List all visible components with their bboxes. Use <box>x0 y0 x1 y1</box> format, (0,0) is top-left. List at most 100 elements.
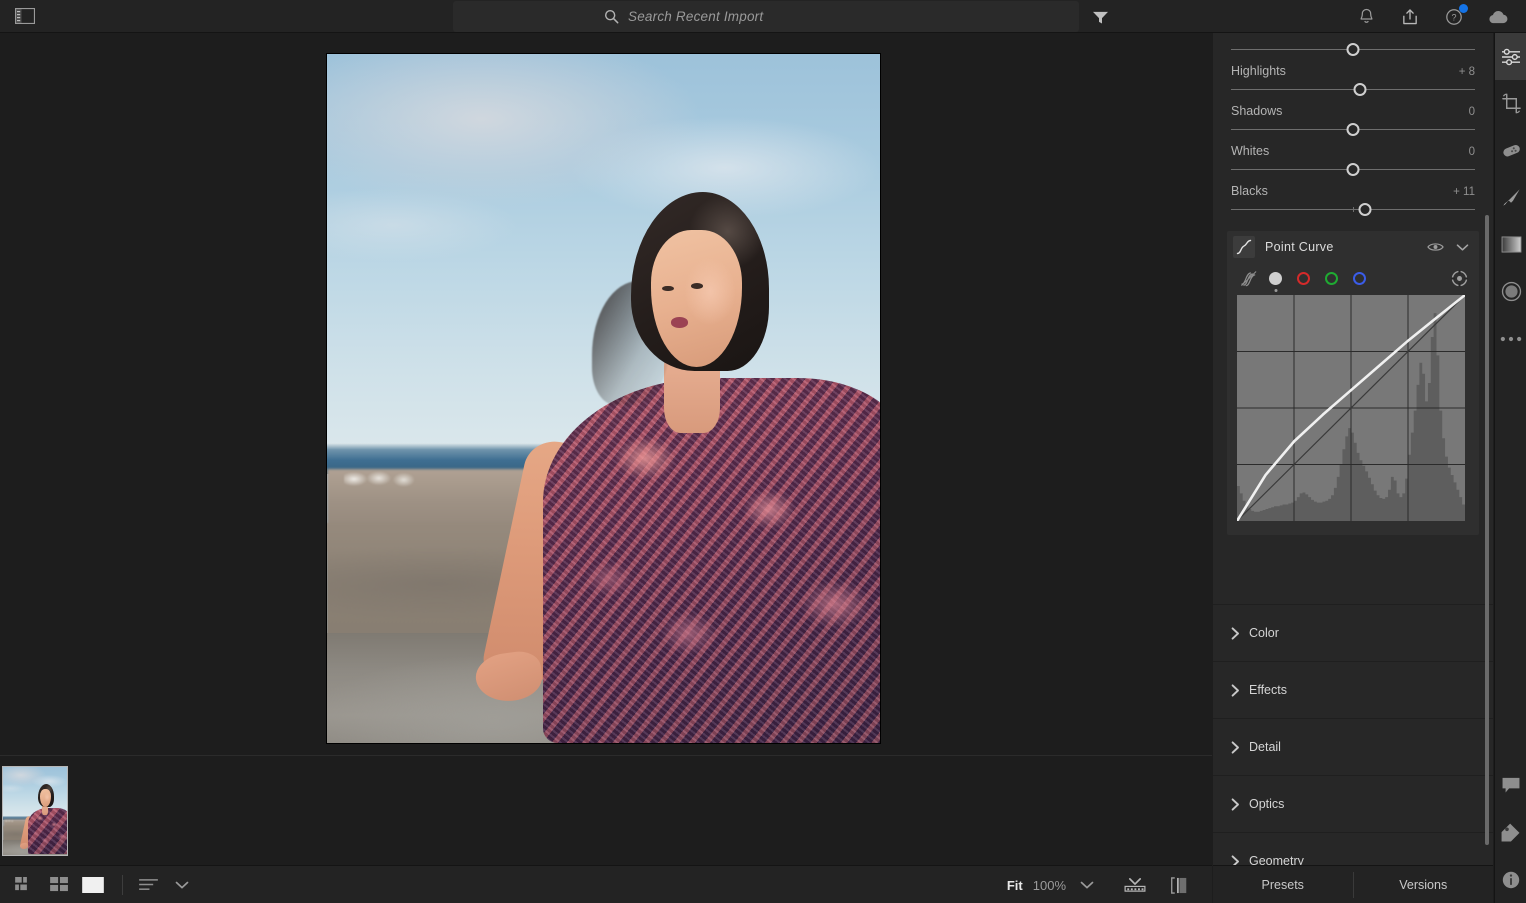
info-icon[interactable] <box>1495 856 1526 903</box>
targeted-adjustment-icon[interactable] <box>1450 269 1469 288</box>
grid-view-icon[interactable] <box>10 871 40 899</box>
thumb-dress <box>28 808 68 855</box>
photo-lips <box>671 317 688 327</box>
slider-center-tick <box>1353 207 1354 212</box>
photo-eye-left <box>662 286 674 292</box>
linear-gradient-icon[interactable] <box>1495 221 1526 268</box>
versions-button[interactable]: Versions <box>1354 878 1494 892</box>
section-geometry[interactable]: Geometry <box>1213 832 1493 865</box>
curve-plot[interactable] <box>1237 295 1465 521</box>
filmstrip[interactable] <box>0 755 1212 865</box>
section-label-optics: Optics <box>1249 797 1284 811</box>
keyword-tag-icon[interactable] <box>1495 809 1526 856</box>
slider-knob-partial[interactable] <box>1347 43 1360 56</box>
slider-row-shadows: Shadows 0 <box>1213 97 1493 137</box>
filter-funnel-icon[interactable] <box>1086 4 1114 30</box>
search-input[interactable] <box>628 9 928 24</box>
slider-knob-shadows[interactable] <box>1347 123 1360 136</box>
photo-white-rocks <box>344 471 427 488</box>
curve-channel-red[interactable] <box>1297 272 1310 285</box>
section-label-effects: Effects <box>1249 683 1287 697</box>
brush-icon[interactable] <box>1495 174 1526 221</box>
search-inner <box>604 9 928 24</box>
section-effects[interactable]: Effects <box>1213 661 1493 718</box>
slider-knob-blacks[interactable] <box>1359 203 1372 216</box>
topbar-actions: ? <box>1354 0 1518 33</box>
slider-knob-highlights[interactable] <box>1354 83 1367 96</box>
radial-gradient-icon[interactable] <box>1495 268 1526 315</box>
curve-icon[interactable] <box>1233 236 1255 258</box>
slider-track-partial[interactable] <box>1231 41 1475 57</box>
filmstrip-toggle-icon[interactable] <box>1120 871 1150 899</box>
healing-brush-icon[interactable] <box>1495 127 1526 174</box>
slider-track-blacks[interactable] <box>1231 201 1475 217</box>
share-icon[interactable] <box>1398 5 1422 29</box>
chevron-right-icon <box>1231 627 1249 640</box>
curve-channel-blue[interactable] <box>1353 272 1366 285</box>
zoom-percent-value[interactable]: 100% <box>1033 878 1066 893</box>
section-color[interactable]: Color <box>1213 604 1493 661</box>
zoom-fit-button[interactable]: Fit <box>1007 878 1023 893</box>
chevron-right-icon <box>1231 798 1249 811</box>
tool-rail-bottom <box>1495 762 1526 903</box>
curve-channel-rgb[interactable] <box>1269 272 1282 285</box>
edit-sliders-icon[interactable] <box>1495 33 1526 80</box>
presets-versions-bar: Presets Versions <box>1213 865 1493 903</box>
filmstrip-thumbnail[interactable] <box>2 766 68 856</box>
sort-chevron-down-icon[interactable] <box>167 871 197 899</box>
point-curve-header[interactable]: Point Curve <box>1227 231 1479 263</box>
chevron-right-icon <box>1231 684 1249 697</box>
sort-lines-icon[interactable] <box>133 871 163 899</box>
slider-head-whites: Whites 0 <box>1231 137 1475 161</box>
crop-icon[interactable] <box>1495 80 1526 127</box>
zoom-controls: Fit 100% <box>1007 866 1212 903</box>
slider-label-blacks: Blacks <box>1231 184 1268 198</box>
before-after-compare-icon[interactable] <box>1164 871 1194 899</box>
zoom-chevron-down-icon[interactable] <box>1072 871 1102 899</box>
slider-head-blacks: Blacks + 11 <box>1231 177 1475 201</box>
presets-button[interactable]: Presets <box>1213 878 1353 892</box>
point-curve-card: Point Curve <box>1227 231 1479 535</box>
notifications-icon[interactable] <box>1354 5 1378 29</box>
help-icon[interactable]: ? <box>1442 5 1466 29</box>
thumb-white-rocks <box>5 820 15 822</box>
slider-track-shadows[interactable] <box>1231 121 1475 137</box>
slider-track-highlights[interactable] <box>1231 81 1475 97</box>
search-bar[interactable] <box>453 1 1079 32</box>
left-panel-toggle-icon[interactable] <box>12 5 38 27</box>
section-detail[interactable]: Detail <box>1213 718 1493 775</box>
slider-head-shadows: Shadows 0 <box>1231 97 1475 121</box>
panel-scrollbar[interactable] <box>1485 215 1489 845</box>
slider-track-whites[interactable] <box>1231 161 1475 177</box>
lightroom-window: ? <box>0 0 1526 903</box>
slider-knob-whites[interactable] <box>1347 163 1360 176</box>
slider-row-highlights: Highlights + 8 <box>1213 57 1493 97</box>
slider-value-whites: 0 <box>1469 146 1475 158</box>
section-label-detail: Detail <box>1249 740 1281 754</box>
slider-label-highlights: Highlights <box>1231 64 1286 78</box>
section-optics[interactable]: Optics <box>1213 775 1493 832</box>
main-photo[interactable] <box>327 54 880 743</box>
edit-panel: Highlights + 8 Shadows 0 Whites 0 <box>1213 33 1493 865</box>
square-grid-view-icon[interactable] <box>44 871 74 899</box>
toolbar-divider <box>122 875 123 895</box>
curve-channel-selector <box>1227 263 1479 293</box>
eye-icon[interactable] <box>1427 241 1444 253</box>
chevron-down-icon[interactable] <box>1456 243 1469 252</box>
parametric-curve-icon[interactable] <box>1237 267 1261 289</box>
comments-icon[interactable] <box>1495 762 1526 809</box>
chevron-right-icon <box>1231 741 1249 754</box>
cloud-sync-icon[interactable] <box>1486 5 1510 29</box>
svg-text:?: ? <box>1451 12 1456 22</box>
help-badge <box>1459 4 1468 13</box>
image-canvas[interactable] <box>0 33 1212 755</box>
curve-channel-green[interactable] <box>1325 272 1338 285</box>
slider-value-shadows: 0 <box>1469 106 1475 118</box>
slider-row-blacks: Blacks + 11 <box>1213 177 1493 217</box>
detail-view-icon[interactable] <box>78 871 108 899</box>
view-mode-group <box>10 871 201 899</box>
point-curve-graph[interactable] <box>1237 295 1465 521</box>
thumb-face <box>40 789 51 807</box>
photo-eye-right <box>691 283 703 289</box>
more-options-icon[interactable] <box>1495 315 1526 362</box>
